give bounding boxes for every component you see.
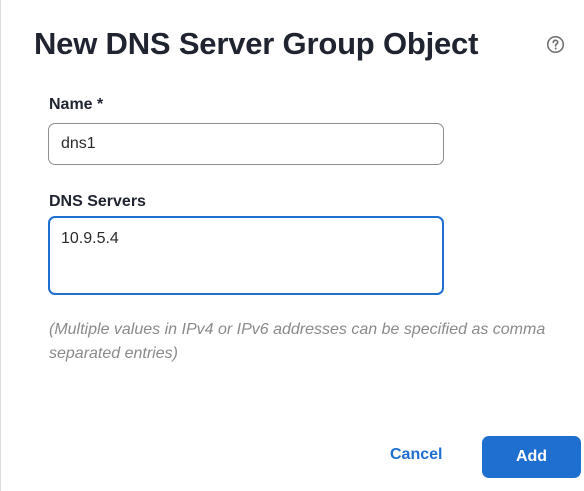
new-dns-server-group-dialog: New DNS Server Group Object Name * DNS S… xyxy=(0,0,584,491)
name-input[interactable] xyxy=(48,123,444,165)
dns-servers-label: DNS Servers xyxy=(49,193,146,210)
cancel-button[interactable]: Cancel xyxy=(390,446,442,464)
dns-servers-hint: (Multiple values in IPv4 or IPv6 address… xyxy=(49,321,546,362)
dialog-title: New DNS Server Group Object xyxy=(34,26,479,61)
name-label: Name * xyxy=(49,96,104,113)
dns-servers-input[interactable]: 10.9.5.4 xyxy=(48,216,444,295)
add-button[interactable]: Add xyxy=(482,436,581,478)
help-circle-icon[interactable] xyxy=(546,35,565,54)
